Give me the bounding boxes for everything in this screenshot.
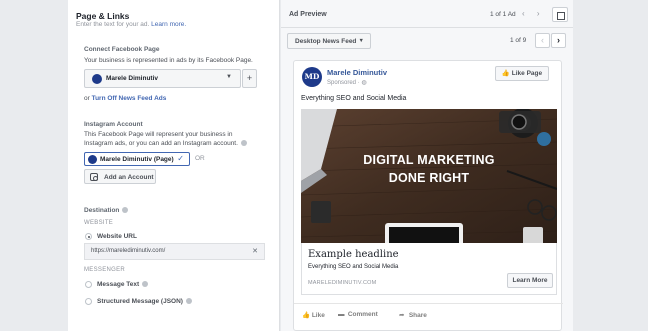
learn-more-button[interactable]: Learn More	[507, 273, 553, 288]
panel-title: Page & Links	[76, 11, 130, 21]
globe-icon: ◍	[361, 80, 367, 86]
connect-page-label: Connect Facebook Page	[84, 46, 160, 53]
instagram-helper: This Facebook Page will represent your b…	[84, 131, 247, 148]
placement-dropdown[interactable]: Desktop News Feed ▼	[287, 33, 371, 49]
ad-preview-title: Ad Preview	[289, 11, 327, 18]
sponsored-label: Sponsored · ◍	[327, 80, 367, 86]
comment-action[interactable]: ▬ Comment	[338, 311, 378, 318]
connect-page-helper: Your business is represented in ads by i…	[84, 57, 253, 64]
panel-subtitle: Enter the text for your ad. Learn more.	[76, 21, 187, 28]
instagram-account-row: Marele Diminutiv (Page) ✓ OR	[84, 152, 260, 166]
page-name-link[interactable]: Marele Diminutiv	[327, 68, 387, 77]
info-icon[interactable]	[122, 207, 129, 213]
message-text-label: Message Text	[97, 281, 149, 288]
website-url-input[interactable]: https://marelediminutiv.com/ ✕	[84, 243, 265, 260]
ad-primary-text: Everything SEO and Social Media	[301, 95, 407, 102]
messenger-section-label: MESSENGER	[84, 267, 126, 273]
learn-more-link[interactable]: Learn more.	[151, 21, 186, 28]
ad-image[interactable]: DIGITAL MARKETING DONE RIGHT	[301, 109, 557, 243]
like-page-button[interactable]: 👍 Like Page	[495, 66, 549, 81]
ad-image-headline: DIGITAL MARKETING DONE RIGHT	[363, 153, 495, 185]
structured-message-radio[interactable]	[85, 298, 92, 305]
clear-icon[interactable]: ✕	[252, 247, 258, 255]
instagram-account-label: Instagram Account	[84, 121, 143, 128]
divider	[281, 27, 573, 28]
thumbs-up-icon: 👍	[501, 70, 510, 77]
ad-description: Everything SEO and Social Media	[308, 264, 399, 270]
instagram-icon	[90, 173, 98, 181]
ad-preview-card: MD Marele Diminutiv Sponsored · ◍ 👍 Like…	[293, 60, 563, 331]
share-action[interactable]: ➦ Share	[399, 311, 427, 319]
ad-nav-arrows[interactable]: ‹ ›	[522, 9, 545, 18]
checkmark-icon: ✓	[177, 154, 184, 163]
open-preview-icon[interactable]	[552, 7, 568, 22]
ad-count: 1 of 1 Ad	[490, 11, 516, 18]
ad-headline: Example headline	[308, 249, 399, 260]
website-section-label: WEBSITE	[84, 220, 114, 226]
website-url-radio[interactable]	[85, 233, 92, 240]
ad-preview-panel: Ad Preview 1 of 1 Ad ‹ › Desktop News Fe…	[281, 0, 573, 331]
info-icon[interactable]	[185, 298, 192, 304]
page-avatar-icon	[92, 74, 102, 84]
like-action[interactable]: 👍 Like	[302, 311, 325, 319]
structured-message-label: Structured Message (JSON)	[97, 298, 192, 305]
instagram-page-option[interactable]: Marele Diminutiv (Page) ✓	[84, 152, 190, 166]
page-and-links-panel: Page & Links Enter the text for your ad.…	[68, 0, 280, 331]
add-instagram-account-button[interactable]: Add an Account	[84, 169, 156, 184]
thumbs-up-icon: 👍	[302, 312, 311, 319]
website-url-label: Website URL	[97, 233, 137, 240]
ad-domain: MARELEDIMINUTIV.COM	[308, 280, 377, 286]
info-icon[interactable]	[142, 281, 149, 287]
caret-down-icon: ▼	[226, 74, 232, 80]
add-page-button[interactable]: +	[242, 69, 257, 88]
link-preview[interactable]: Example headline Everything SEO and Soci…	[301, 243, 557, 295]
share-icon: ➦	[399, 312, 405, 319]
previous-placement-button[interactable]: ‹	[535, 33, 550, 48]
next-placement-button[interactable]: ›	[551, 33, 566, 48]
page-avatar-icon	[88, 155, 97, 164]
placement-pager: 1 of 9	[510, 37, 527, 44]
comment-icon: ▬	[338, 311, 345, 318]
actions-divider	[294, 303, 563, 304]
caret-down-icon: ▼	[358, 38, 364, 44]
turn-off-row: or Turn Off News Feed Ads	[84, 95, 167, 102]
info-icon[interactable]	[240, 139, 247, 146]
turn-off-news-feed-link[interactable]: Turn Off News Feed Ads	[92, 95, 167, 102]
destination-label: Destination	[84, 207, 129, 214]
message-text-radio[interactable]	[85, 281, 92, 288]
page-avatar[interactable]: MD	[302, 67, 322, 87]
selected-page-name: Marele Diminutiv	[106, 75, 159, 82]
facebook-page-select[interactable]: Marele Diminutiv ▼	[84, 69, 241, 88]
